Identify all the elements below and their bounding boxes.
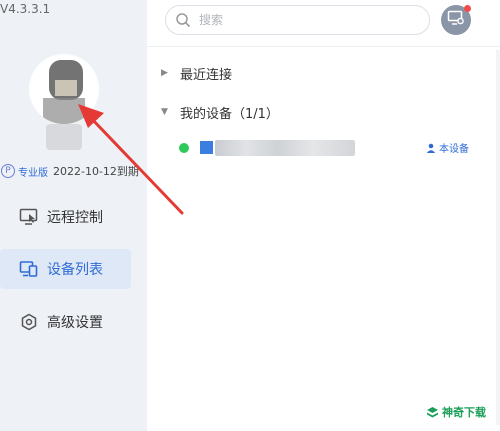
search-icon (175, 12, 191, 28)
device-settings-button[interactable] (441, 5, 471, 35)
notification-dot (464, 5, 471, 12)
section-my-devices-label: 我的设备（1/1） (180, 106, 279, 122)
expiry-date: 2022-10-12到期 (53, 165, 139, 178)
nav-advanced-settings-label: 高级设置 (47, 315, 103, 331)
nav-advanced-settings[interactable]: 高级设置 (0, 302, 131, 342)
chevron-down-icon: ▼ (161, 107, 168, 117)
search-input[interactable] (197, 12, 421, 28)
section-recent-connections[interactable]: ▶ 最近连接 (161, 63, 232, 83)
sidebar: V4.3.3.1 P 专业版 2022-10-12到期 远程控制 设备列表 高级… (0, 0, 147, 431)
windows-icon (200, 141, 213, 154)
avatar-shadow (46, 124, 82, 150)
pro-badge[interactable]: 专业版 (18, 164, 48, 179)
nav-remote-control[interactable]: 远程控制 (0, 197, 131, 237)
app-version: V4.3.3.1 (0, 2, 51, 16)
nav-device-list-label: 设备列表 (47, 262, 103, 278)
device-list-item[interactable]: 本设备 (179, 139, 469, 157)
watermark-text: 神奇下载 (442, 406, 486, 419)
chevron-right-icon: ▶ (161, 68, 168, 78)
watermark: 神奇下载 (426, 404, 486, 420)
search-box[interactable] (165, 5, 430, 35)
device-name-redacted (215, 140, 355, 156)
watermark-logo-icon (426, 406, 439, 419)
main-panel: ▶ 最近连接 ▼ 我的设备（1/1） 本设备 (147, 0, 500, 431)
monitor-cursor-icon (18, 206, 40, 228)
user-icon (426, 143, 436, 153)
section-recent-label: 最近连接 (180, 67, 233, 83)
membership-info: P 专业版 2022-10-12到期 (0, 162, 139, 180)
scrollbar[interactable] (496, 50, 500, 425)
online-status-dot (179, 143, 189, 153)
nav-device-list[interactable]: 设备列表 (0, 249, 131, 289)
settings-hexagon-icon (18, 311, 40, 333)
this-device-tag: 本设备 (426, 140, 469, 155)
monitor-gear-icon (447, 10, 465, 30)
pro-icon: P (1, 164, 15, 178)
nav-remote-control-label: 远程控制 (47, 210, 103, 226)
top-bar (147, 0, 500, 47)
section-my-devices[interactable]: ▼ 我的设备（1/1） (161, 102, 279, 122)
this-device-label: 本设备 (439, 144, 469, 155)
devices-icon (18, 258, 40, 280)
avatar[interactable] (29, 54, 99, 124)
